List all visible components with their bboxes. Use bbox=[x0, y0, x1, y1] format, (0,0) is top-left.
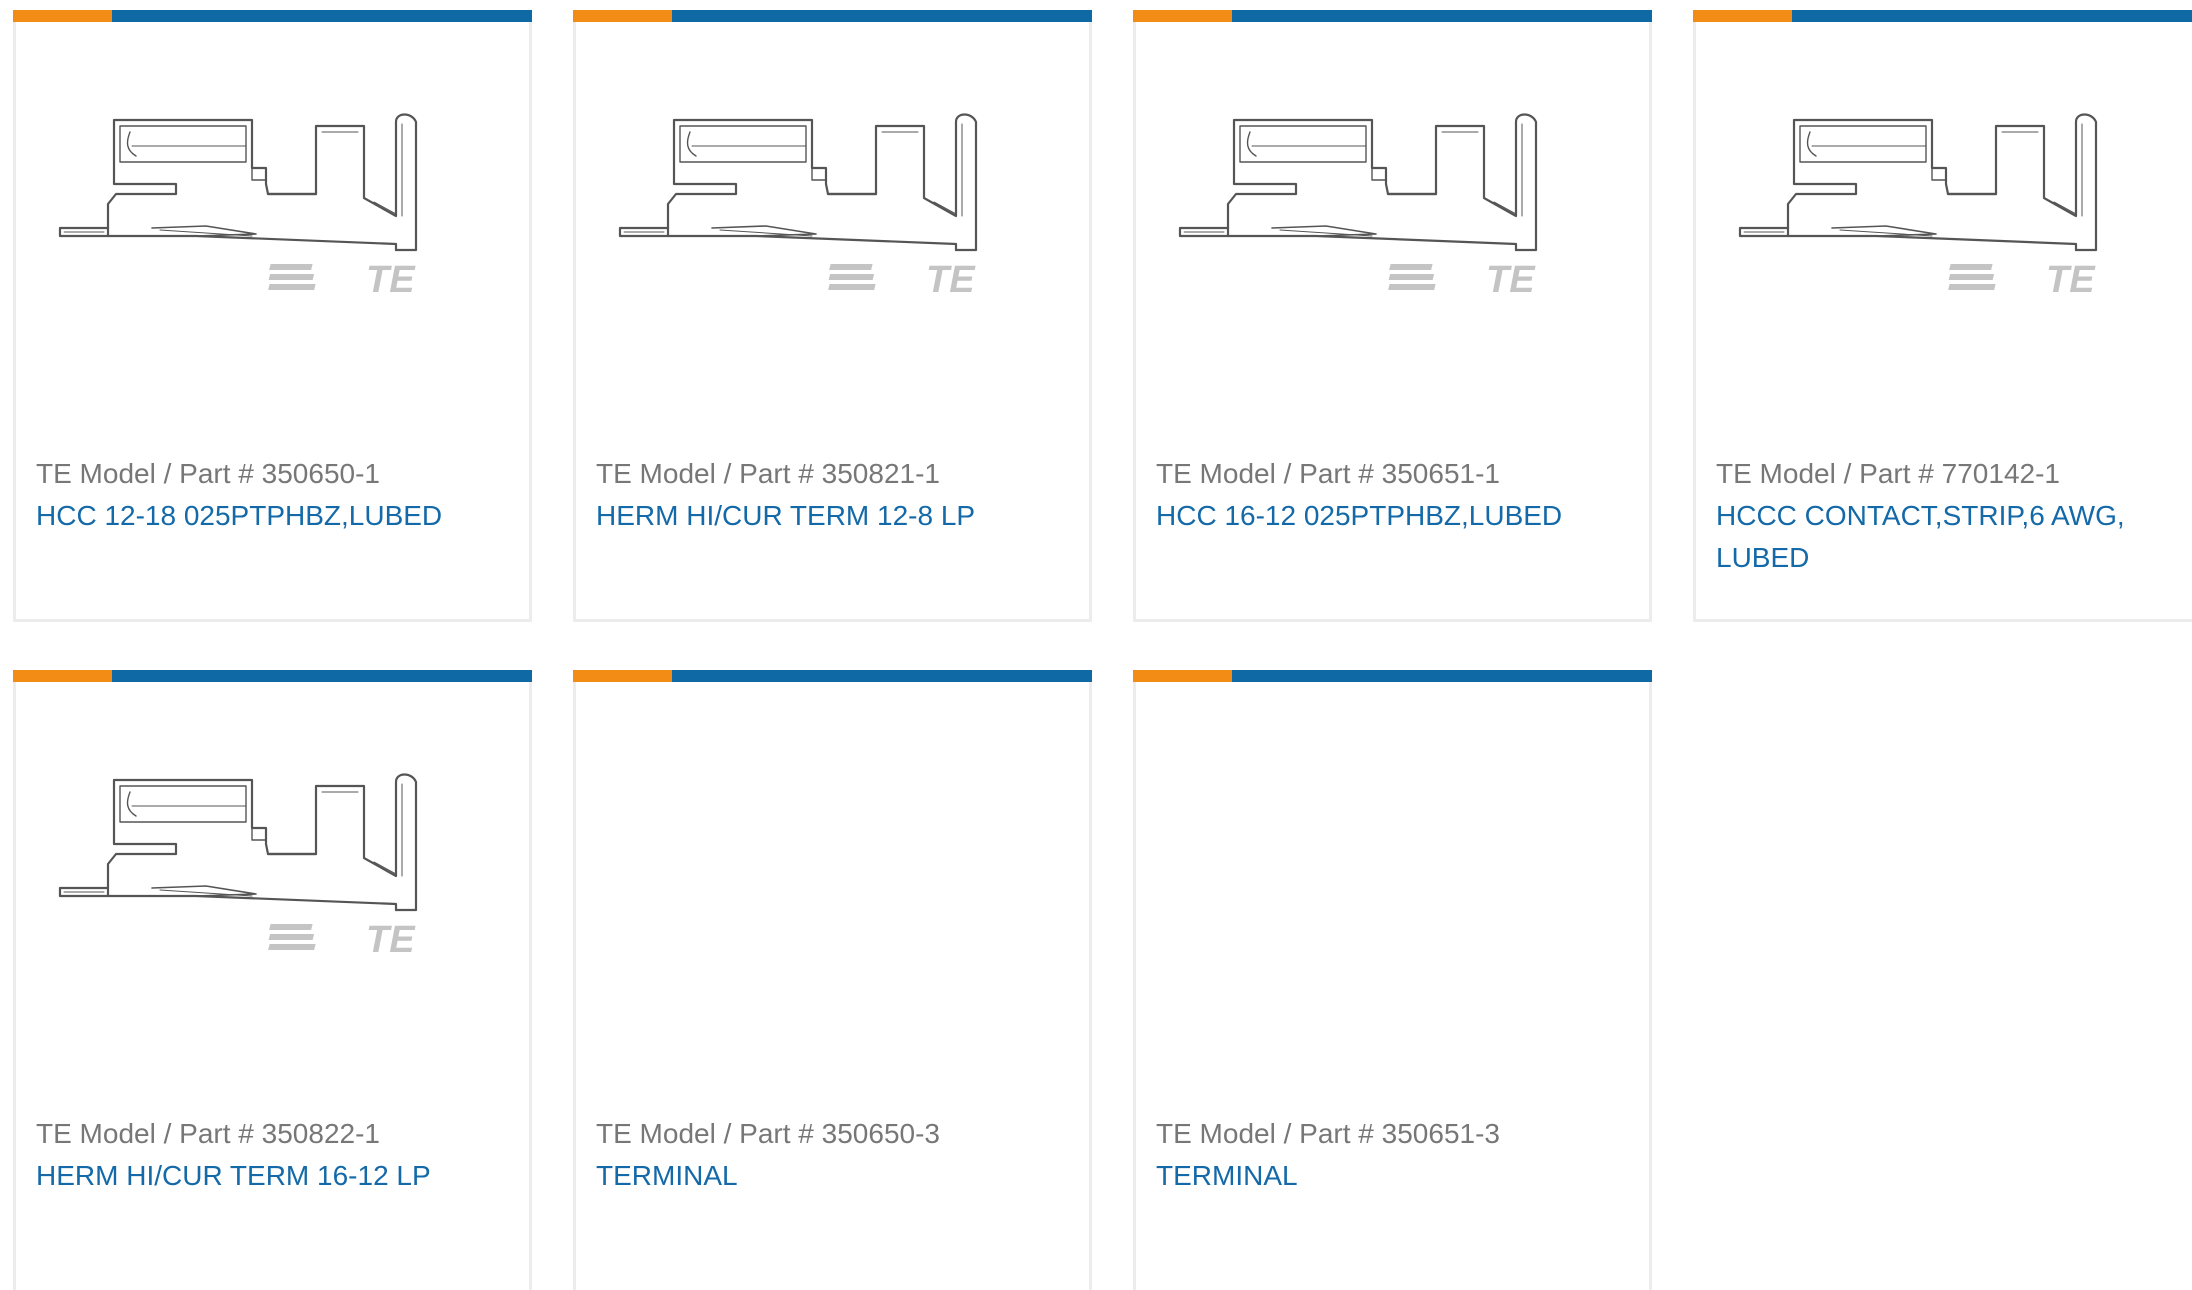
part-number: 350650-3 bbox=[821, 1118, 940, 1149]
product-card[interactable]: TE Model / Part # 350651-3 TERMINAL bbox=[1133, 670, 1652, 1290]
card-accent-bar bbox=[1133, 670, 1652, 682]
product-card[interactable]: TE Model / Part # 350650-1 HCC 12-18 025… bbox=[13, 10, 532, 622]
card-accent-bar bbox=[1133, 10, 1652, 22]
product-card[interactable]: TE Model / Part # 350650-3 TERMINAL bbox=[573, 670, 1092, 1290]
part-number-line: TE Model / Part # 350821-1 bbox=[596, 453, 1066, 495]
part-number-line: TE Model / Part # 350822-1 bbox=[36, 1113, 506, 1155]
product-card[interactable]: TE Model / Part # 350822-1 HERM HI/CUR T… bbox=[13, 670, 532, 1290]
product-card[interactable]: TE Model / Part # 350651-1 HCC 16-12 025… bbox=[1133, 10, 1652, 622]
product-card[interactable]: TE Model / Part # 350821-1 HERM HI/CUR T… bbox=[573, 10, 1092, 622]
part-number-line: TE Model / Part # 770142-1 bbox=[1716, 453, 2176, 495]
part-number: 350651-1 bbox=[1381, 458, 1500, 489]
product-title-link[interactable]: HCC 12-18 025PTPHBZ,LUBED bbox=[36, 495, 506, 537]
part-prefix: TE Model / Part # bbox=[1156, 1118, 1374, 1149]
part-number: 350821-1 bbox=[821, 458, 940, 489]
product-title-link[interactable]: TERMINAL bbox=[1156, 1155, 1626, 1197]
terminal-drawing-icon[interactable] bbox=[1176, 98, 1616, 298]
card-accent-bar bbox=[573, 10, 1092, 22]
product-title-link[interactable]: HERM HI/CUR TERM 16-12 LP bbox=[36, 1155, 506, 1197]
card-accent-bar bbox=[1693, 10, 2192, 22]
part-number-line: TE Model / Part # 350650-1 bbox=[36, 453, 506, 495]
terminal-drawing-icon[interactable] bbox=[56, 98, 496, 298]
card-accent-bar bbox=[13, 670, 532, 682]
terminal-drawing-icon[interactable] bbox=[616, 98, 1056, 298]
product-title-link[interactable]: HCC 16-12 025PTPHBZ,LUBED bbox=[1156, 495, 1626, 537]
product-title-link[interactable]: HERM HI/CUR TERM 12-8 LP bbox=[596, 495, 1066, 537]
part-number-line: TE Model / Part # 350650-3 bbox=[596, 1113, 1066, 1155]
part-prefix: TE Model / Part # bbox=[596, 1118, 814, 1149]
terminal-drawing-icon[interactable] bbox=[56, 758, 496, 958]
part-number-line: TE Model / Part # 350651-3 bbox=[1156, 1113, 1626, 1155]
part-prefix: TE Model / Part # bbox=[36, 1118, 254, 1149]
part-number: 350651-3 bbox=[1381, 1118, 1500, 1149]
part-number: 350822-1 bbox=[261, 1118, 380, 1149]
part-prefix: TE Model / Part # bbox=[1156, 458, 1374, 489]
part-prefix: TE Model / Part # bbox=[36, 458, 254, 489]
part-number: 770142-1 bbox=[1941, 458, 2060, 489]
product-title-link[interactable]: TERMINAL bbox=[596, 1155, 1066, 1197]
product-title-link[interactable]: HCCC CONTACT,STRIP,6 AWG, LUBED bbox=[1716, 495, 2176, 579]
part-number-line: TE Model / Part # 350651-1 bbox=[1156, 453, 1626, 495]
part-prefix: TE Model / Part # bbox=[596, 458, 814, 489]
card-accent-bar bbox=[573, 670, 1092, 682]
part-number: 350650-1 bbox=[261, 458, 380, 489]
product-card[interactable]: TE Model / Part # 770142-1 HCCC CONTACT,… bbox=[1693, 10, 2192, 622]
card-accent-bar bbox=[13, 10, 532, 22]
terminal-drawing-icon[interactable] bbox=[1736, 98, 2176, 298]
part-prefix: TE Model / Part # bbox=[1716, 458, 1934, 489]
